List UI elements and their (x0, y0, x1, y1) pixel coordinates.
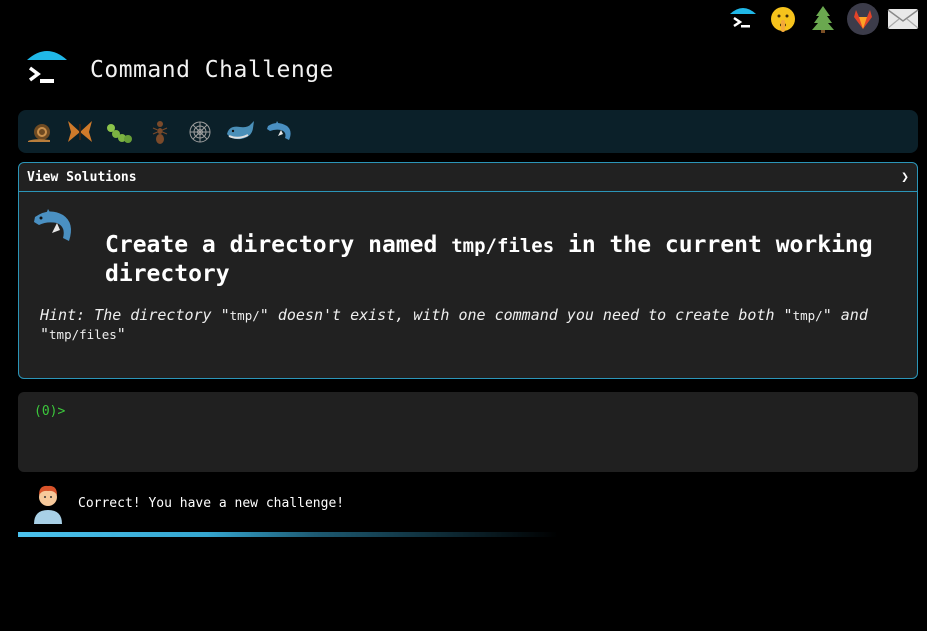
progress-fill (18, 532, 558, 537)
status-message: Correct! You have a new challenge! (78, 495, 345, 511)
hint-part-4: " (116, 325, 126, 343)
envelope-icon[interactable] (887, 3, 919, 35)
page-header: Command Challenge (25, 48, 334, 92)
terminal-umbrella-icon[interactable] (727, 3, 759, 35)
hint-part-1: Hint: The directory " (40, 306, 230, 324)
hint-part-2: " doesn't exist, with one command you ne… (259, 306, 793, 324)
dolphin-icon (31, 205, 77, 251)
view-solutions-toggle[interactable]: View Solutions ❯ (19, 163, 917, 192)
hint-code-1: tmp/ (229, 308, 260, 323)
avatar (30, 482, 66, 524)
caterpillar-icon[interactable] (104, 116, 136, 148)
hint-code-3: tmp/files (49, 327, 117, 342)
page-title: Command Challenge (90, 57, 334, 83)
hint-code-2: tmp/ (792, 308, 823, 323)
dolphin-icon[interactable] (264, 116, 296, 148)
terminal-prompt: (0)> (34, 404, 66, 419)
terminal-logo-icon[interactable] (25, 48, 69, 92)
terminal-input[interactable]: (0)> (18, 392, 918, 472)
view-solutions-label: View Solutions (27, 169, 137, 185)
web-icon[interactable] (184, 116, 216, 148)
challenge-panel: View Solutions ❯ Create a directory name… (18, 162, 918, 379)
challenge-description: Create a directory named tmp/files in th… (105, 231, 905, 288)
evergreen-tree-icon[interactable] (807, 3, 839, 35)
status-message-row: Correct! You have a new challenge! (30, 482, 344, 524)
top-nav (727, 0, 919, 38)
chevron-right-icon: ❯ (901, 169, 909, 185)
challenge-code: tmp/files (451, 235, 555, 257)
challenge-text-before: Create a directory named (105, 232, 452, 258)
snail-icon[interactable] (24, 116, 56, 148)
whale-icon[interactable] (224, 116, 256, 148)
progress-bar (18, 532, 918, 537)
gitlab-fox-icon[interactable] (847, 3, 879, 35)
level-bar (18, 110, 918, 153)
ant-icon[interactable] (144, 116, 176, 148)
shushing-face-icon[interactable] (767, 3, 799, 35)
hint-text: Hint: The directory "tmp/" doesn't exist… (40, 306, 890, 344)
butterfly-icon[interactable] (64, 116, 96, 148)
